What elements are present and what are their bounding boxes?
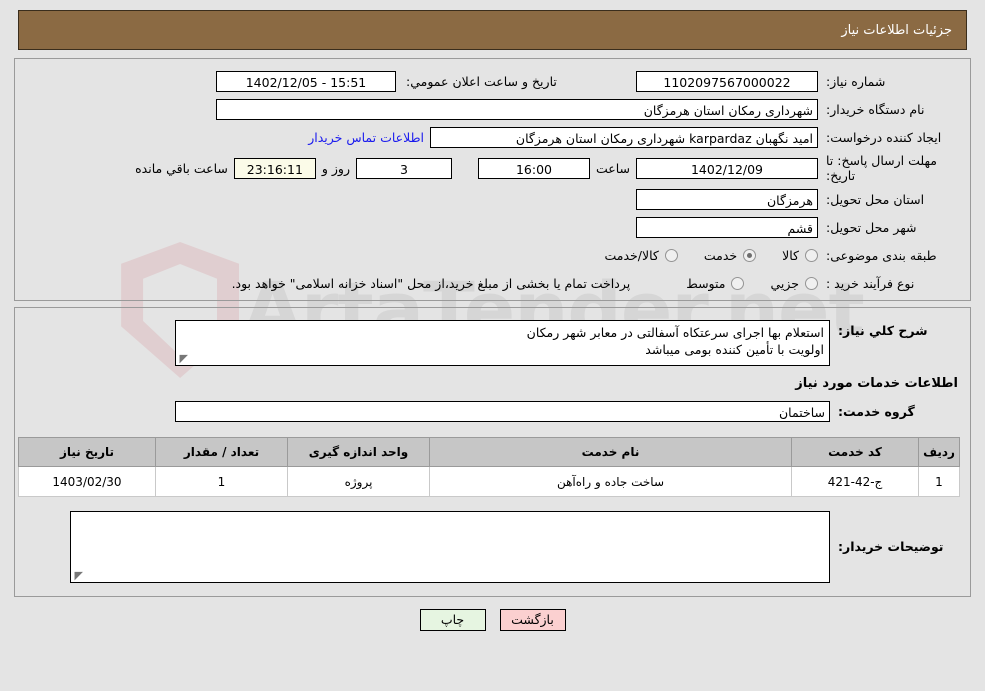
row-need-number: شماره نیاز: 1102097567000022 تاریخ و ساع… <box>25 69 960 93</box>
general-description-textarea[interactable]: استعلام بها اجرای سرعتكاه آسفالتی در معا… <box>175 320 830 366</box>
deadline-days-label: روز و <box>321 160 350 176</box>
service-group-label: گروه خدمت: <box>838 403 915 419</box>
general-description-label: شرح كلي نياز: <box>838 323 928 338</box>
subject-category-label: طبقه بندی موضوعی: <box>826 247 937 263</box>
deadline-days-value: 3 <box>355 157 452 179</box>
radio-category-kala[interactable]: کالا <box>782 248 818 263</box>
resize-grip-icon[interactable]: ◤ <box>178 353 188 364</box>
th-need-date: تاریخ نیاز <box>18 437 156 467</box>
purchase-process-note: پرداخت تمام یا بخشی از مبلغ خرید،از محل … <box>231 275 631 291</box>
deadline-label: مهلت ارسال پاسخ: تا تاریخ: <box>826 153 937 183</box>
deadline-countdown-value: 23:16:11 <box>233 157 316 179</box>
radio-purchase-jozii[interactable]: جزیي <box>770 276 818 291</box>
row-request-creator: ایجاد کننده درخواست: امید نگهبان karpard… <box>25 125 960 149</box>
th-service-name: نام خدمت <box>429 437 792 467</box>
delivery-province-label: استان محل تحویل: <box>826 191 925 207</box>
radio-circle-icon[interactable] <box>805 248 818 262</box>
buyer-comments-textarea[interactable]: ◤ <box>70 511 830 583</box>
cell-need-date: 1403/02/30 <box>18 466 156 497</box>
cell-row-no: 1 <box>918 466 960 497</box>
row-delivery-city: شهر محل تحویل: قشم <box>25 215 960 239</box>
th-service-code: کد خدمت <box>791 437 919 467</box>
row-purchase-process-type: نوع فرآیند خرید : جزیي متوسط پرداخت تمام… <box>25 271 960 295</box>
delivery-city-label: شهر محل تحویل: <box>826 219 917 235</box>
deadline-countdown-label: ساعت باقي مانده <box>135 160 228 176</box>
row-deadline: مهلت ارسال پاسخ: تا تاریخ: 1402/12/09 سا… <box>25 153 960 183</box>
cell-service-code: ج-42-421 <box>791 466 919 497</box>
radio-label: کالا <box>782 247 799 263</box>
radio-label: خدمت <box>703 247 738 263</box>
radio-label: متوسط <box>686 275 726 291</box>
need-info-panel: شماره نیاز: 1102097567000022 تاریخ و ساع… <box>14 58 971 301</box>
need-number-value: 1102097567000022 <box>636 70 818 92</box>
delivery-city-value: قشم <box>636 216 818 238</box>
radio-category-khedmat[interactable]: خدمت <box>703 247 757 263</box>
purchase-process-type-label: نوع فرآیند خرید : <box>826 275 915 291</box>
footer-actions: بازگشت چاپ <box>0 609 985 631</box>
request-creator-value: امید نگهبان karpardaz شهرداری رمکان استا… <box>430 126 818 148</box>
cell-quantity: 1 <box>155 466 288 497</box>
page-title-bar: جزئیات اطلاعات نیاز <box>18 10 967 50</box>
buyer-comments-label: توضیحات خریدار: <box>838 539 944 554</box>
radio-category-kala-khedmat[interactable]: کالا/خدمت <box>604 247 678 263</box>
row-general-description: شرح كلي نياز: استعلام بها اجرای سرعتكاه … <box>25 320 960 366</box>
services-table: ردیف کد خدمت نام خدمت واحد اندازه گیری ت… <box>18 437 960 497</box>
buyer-contact-link[interactable]: اطلاعات تماس خریدار <box>302 130 430 145</box>
row-delivery-province: استان محل تحویل: هرمزگان <box>25 187 960 211</box>
buyer-org-label: نام دستگاه خریدار: <box>826 101 925 117</box>
row-subject-category: طبقه بندی موضوعی: کالا خدمت کالا/خدمت <box>25 243 960 267</box>
announce-datetime-label: تاریخ و ساعت اعلان عمومي: <box>406 73 557 89</box>
need-details-panel: شرح كلي نياز: استعلام بها اجرای سرعتكاه … <box>14 307 971 597</box>
radio-label: کالا/خدمت <box>604 247 659 263</box>
purchase-type-radio-group: جزیي متوسط <box>660 276 818 291</box>
cell-unit: پروژه <box>287 466 430 497</box>
radio-label: جزیي <box>770 275 799 291</box>
radio-circle-icon[interactable] <box>731 276 745 290</box>
announce-datetime-value: 15:51 - 1402/12/05 <box>216 70 396 92</box>
cell-service-name: ساخت جاده و راه‌آهن <box>429 466 792 497</box>
deadline-time-value: 16:00 <box>477 157 590 179</box>
row-service-group: گروه خدمت: ساختمان <box>25 399 960 423</box>
delivery-province-value: هرمزگان <box>636 188 818 210</box>
radio-circle-icon[interactable] <box>805 276 818 290</box>
general-description-line-1: استعلام بها اجرای سرعتكاه آسفالتی در معا… <box>526 325 824 340</box>
radio-circle-selected-icon[interactable] <box>743 248 757 262</box>
deadline-time-label: ساعت <box>595 160 630 176</box>
request-creator-label: ایجاد کننده درخواست: <box>826 129 942 145</box>
services-section-title: اطلاعات خدمات مورد نیاز <box>795 376 958 391</box>
table-row: 1 ج-42-421 ساخت جاده و راه‌آهن پروژه 1 1… <box>18 466 960 497</box>
row-buyer-org: نام دستگاه خریدار: شهرداری رمکان استان ه… <box>25 97 960 121</box>
service-group-value: ساختمان <box>175 400 830 422</box>
general-description-line-2: اولویت با تأمین کننده بومی میباشد <box>645 342 824 357</box>
buyer-org-value: شهرداری رمکان استان هرمزگان <box>216 98 818 120</box>
deadline-date-value: 1402/12/09 <box>636 157 818 179</box>
radio-purchase-motavaset[interactable]: متوسط <box>686 275 745 291</box>
services-table-wrapper: ردیف کد خدمت نام خدمت واحد اندازه گیری ت… <box>18 437 960 497</box>
th-row-no: ردیف <box>918 437 960 467</box>
table-header-row: ردیف کد خدمت نام خدمت واحد اندازه گیری ت… <box>18 437 960 467</box>
th-unit: واحد اندازه گیری <box>287 437 430 467</box>
print-button[interactable]: چاپ <box>419 609 486 631</box>
page-title: جزئیات اطلاعات نیاز <box>841 22 952 38</box>
back-button[interactable]: بازگشت <box>499 609 566 631</box>
th-quantity: تعداد / مقدار <box>155 437 288 467</box>
resize-grip-icon[interactable]: ◤ <box>73 570 83 581</box>
page-root: ArtaTender.net جزئیات اطلاعات نیاز شماره… <box>0 0 985 691</box>
radio-circle-icon[interactable] <box>664 248 678 262</box>
need-number-label: شماره نیاز: <box>826 73 886 89</box>
row-buyer-comments: توضیحات خریدار: ◤ <box>25 511 960 583</box>
subject-category-radio-group: کالا خدمت کالا/خدمت <box>578 248 818 263</box>
